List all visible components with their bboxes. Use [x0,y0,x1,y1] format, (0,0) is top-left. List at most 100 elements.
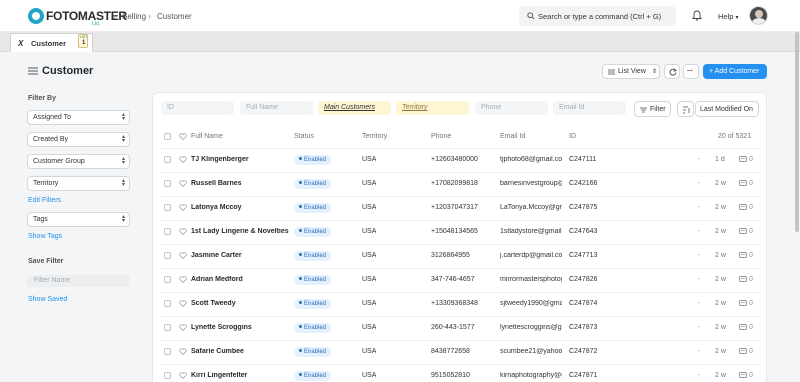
id-cell[interactable]: C242166 [569,180,597,187]
territory-cell[interactable]: USA [362,228,376,235]
comment-icon[interactable] [739,252,747,259]
customer-group-filter-input[interactable]: Main Customers [318,101,391,115]
customer-name-link[interactable]: Jasmine Carter [191,252,291,259]
edit-filters-link[interactable]: Edit Filters [28,197,61,204]
more-button[interactable]: ... [683,64,699,79]
phone-cell[interactable]: +13309368348 [431,300,493,307]
heart-icon[interactable] [179,133,187,140]
id-cell[interactable]: C247643 [569,228,597,235]
phone-cell[interactable]: 347-746-4657 [431,276,493,283]
row-checkbox[interactable] [164,300,171,307]
heart-icon[interactable] [179,180,187,187]
tags-select[interactable]: Tags ▴ ▾ [27,212,130,227]
row-checkbox[interactable] [164,204,171,211]
id-cell[interactable]: C247874 [569,300,597,307]
close-icon[interactable]: X [18,39,23,48]
id-cell[interactable]: C247871 [569,372,597,379]
email-cell[interactable]: scumbee21@yahoo.com [500,348,562,355]
phone-cell[interactable]: +12037047317 [431,204,493,211]
territory-cell[interactable]: USA [362,252,376,259]
territory-cell[interactable]: USA [362,372,376,379]
email-cell[interactable]: mirrormastersphotography@gmail.com [500,276,562,283]
id-cell[interactable]: C247872 [569,348,597,355]
sort-direction-button[interactable] [677,101,694,117]
customer-name-link[interactable]: Adrian Medford [191,276,291,283]
email-cell[interactable]: j.carterdp@gmail.com [500,252,562,259]
phone-filter-input[interactable]: Phone [475,101,548,115]
column-header-email[interactable]: Email Id [500,133,525,140]
email-cell[interactable]: sjtweedy1990@gmail.com [500,300,562,307]
filter-button[interactable]: Filter [634,101,671,117]
territory-cell[interactable]: USA [362,180,376,187]
id-cell[interactable]: C247873 [569,324,597,331]
search-input[interactable]: Search or type a command (Ctrl + G) [538,12,661,21]
column-header-territory[interactable]: Territory [362,133,387,140]
customer-name-link[interactable]: Safarie Cumbee [191,348,291,355]
comment-icon[interactable] [739,348,747,355]
territory-cell[interactable]: USA [362,348,376,355]
email-cell[interactable]: lynettescroggins@gmail.com [500,324,562,331]
show-tags-link[interactable]: Show Tags [28,233,62,240]
avatar[interactable] [749,6,768,25]
email-cell[interactable]: LaTonya.Mccoy@gmail.com [500,204,562,211]
email-cell[interactable]: barnesinvestgroup@gmail.com [500,180,562,187]
id-cell[interactable]: C247111 [569,156,596,163]
phone-cell[interactable]: 260-443-1577 [431,324,493,331]
customer-name-link[interactable]: Kirri Lingenfelter [191,372,291,379]
help-menu[interactable]: Help ▾ [718,12,739,21]
add-customer-button[interactable]: + Add Customer [703,64,767,79]
assigned-to-select[interactable]: Assigned To ▴ ▾ [27,110,130,125]
heart-icon[interactable] [179,156,187,163]
comment-icon[interactable] [739,156,747,163]
email-cell[interactable]: 1stladystore@gmail.com [500,228,562,235]
comment-icon[interactable] [739,180,747,187]
full-name-filter-input[interactable]: Full Name [240,101,313,115]
search-bar[interactable]: Search or type a command (Ctrl + G) [519,6,676,26]
filter-name-input[interactable]: Filter Name [27,275,130,287]
territory-cell[interactable]: USA [362,324,376,331]
heart-icon[interactable] [179,300,187,307]
comment-icon[interactable] [739,204,747,211]
heart-icon[interactable] [179,372,187,379]
fotomaster-logo-icon[interactable] [28,8,44,24]
territory-filter-input[interactable]: Territory [396,101,469,115]
id-cell[interactable]: C247713 [569,252,597,259]
id-cell[interactable]: C247875 [569,204,597,211]
phone-cell[interactable]: +12603480000 [431,156,493,163]
comment-icon[interactable] [739,300,747,307]
refresh-button[interactable] [664,64,680,79]
heart-icon[interactable] [179,276,187,283]
show-saved-link[interactable]: Show Saved [28,296,67,303]
id-filter-input[interactable]: ID [161,101,234,115]
heart-icon[interactable] [179,348,187,355]
heart-icon[interactable] [179,324,187,331]
heart-icon[interactable] [179,204,187,211]
scrollbar[interactable] [795,32,799,232]
sidebar-toggle-icon[interactable] [28,67,38,75]
list-view-button[interactable]: List View ⇕ [602,64,660,79]
row-checkbox[interactable] [164,180,171,187]
row-checkbox[interactable] [164,252,171,259]
territory-cell[interactable]: USA [362,300,376,307]
column-header-status[interactable]: Status [294,133,314,140]
comment-icon[interactable] [739,276,747,283]
email-cell[interactable]: kirriaphotography@gmail.com [500,372,562,379]
phone-cell[interactable]: 3126864955 [431,252,493,259]
comment-icon[interactable] [739,372,747,379]
row-checkbox[interactable] [164,228,171,235]
phone-cell[interactable]: +17082099818 [431,180,493,187]
heart-icon[interactable] [179,252,187,259]
customer-name-link[interactable]: Russell Barnes [191,180,291,187]
select-all-checkbox[interactable] [164,133,171,140]
phone-cell[interactable]: 9515052810 [431,372,493,379]
comment-icon[interactable] [739,324,747,331]
customer-name-link[interactable]: 1st Lady Lingerie & Novelties [191,228,291,235]
row-checkbox[interactable] [164,372,171,379]
email-filter-input[interactable]: Email Id [553,101,626,115]
breadcrumb-selling[interactable]: Selling [122,12,146,21]
created-by-select[interactable]: Created By ▴ ▾ [27,132,130,147]
sort-by-button[interactable]: Last Modified On [695,101,759,117]
row-checkbox[interactable] [164,348,171,355]
column-header-phone[interactable]: Phone [431,133,451,140]
id-cell[interactable]: C247826 [569,276,597,283]
